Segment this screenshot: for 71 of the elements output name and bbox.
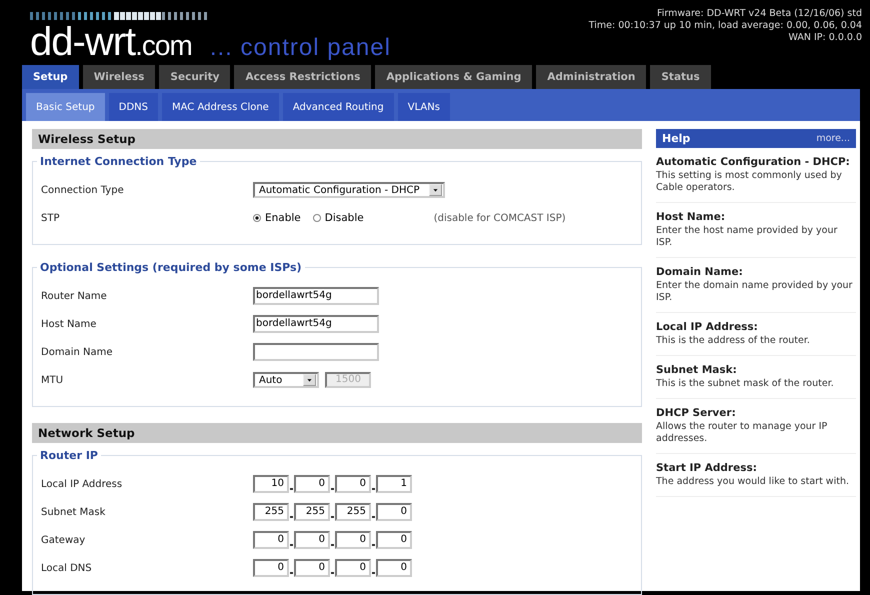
status-info-line: WAN IP: 0.0.0.0: [788, 32, 862, 44]
help-topic-text: This is the address of the router.: [656, 335, 811, 347]
help-topic-title: Domain Name:: [656, 266, 744, 278]
field-label: STP: [41, 212, 60, 224]
ip-octet-field[interactable]: 0: [294, 559, 330, 577]
logo-text: dd-wrt.com: [30, 20, 192, 66]
help-topic-title: Start IP Address:: [656, 462, 758, 474]
help-title: Help: [662, 132, 690, 145]
field-label: Local IP Address: [41, 478, 124, 490]
radio-option[interactable]: Disable: [312, 212, 364, 224]
status-info-line: Firmware: DD-WRT v24 Beta (12/16/06) std: [656, 8, 862, 20]
help-topic-text: Allows the router to manage your IP addresses.: [656, 421, 828, 445]
ip-octet-field[interactable]: 0: [376, 503, 412, 521]
ip-octet-field[interactable]: 0: [335, 531, 371, 549]
radio-option[interactable]: Enable: [253, 212, 301, 224]
ip-octet-field[interactable]: 10: [253, 475, 289, 493]
nav-tab[interactable]: Administration: [536, 65, 646, 89]
field-label: Router Name: [41, 290, 108, 302]
section-header: Wireless Setup: [32, 129, 642, 149]
ip-octet-field[interactable]: 255: [335, 503, 371, 521]
help-topic-text: The address you would like to start with.: [656, 476, 850, 488]
field-label: Subnet Mask: [41, 506, 106, 518]
ip-octet-field[interactable]: 255: [253, 503, 289, 521]
group-legend: Optional Settings (required by some ISPs): [37, 261, 305, 274]
subtab[interactable]: DDNS: [108, 93, 158, 121]
input-field[interactable]: bordellawrt54g: [253, 315, 379, 333]
field-label: Connection Type: [41, 184, 125, 196]
nav-tab[interactable]: Status: [650, 65, 711, 89]
ip-octet-field[interactable]: 0: [376, 531, 412, 549]
ip-octet-field[interactable]: 0: [335, 475, 371, 493]
ip-octet-field[interactable]: 1: [376, 475, 412, 493]
ip-octet-field[interactable]: 0: [253, 531, 289, 549]
field-label: Domain Name: [41, 346, 114, 358]
ip-octet-field[interactable]: 255: [294, 503, 330, 521]
ip-octet-field[interactable]: 0: [294, 475, 330, 493]
help-topic-text: Enter the domain name provided by your ISP.: [656, 280, 854, 304]
help-topic-text: This setting is most commonly used by Cable operators.: [656, 170, 843, 194]
field-label: Gateway: [41, 534, 86, 546]
nav-tab[interactable]: Access Restrictions: [234, 65, 372, 89]
help-topic-title: Automatic Configuration - DHCP:: [656, 156, 851, 168]
nav-tab[interactable]: Wireless: [82, 65, 156, 89]
nav-tab[interactable]: Setup: [22, 65, 79, 89]
dropdown[interactable]: Automatic Configuration - DHCP: [253, 182, 445, 198]
help-topic-title: Local IP Address:: [656, 321, 759, 333]
group-legend: Internet Connection Type: [37, 155, 200, 168]
subtab[interactable]: Advanced Routing: [282, 93, 394, 121]
help-topic-text: This is the subnet mask of the router.: [656, 378, 835, 390]
nav-tab[interactable]: Security: [159, 65, 230, 89]
status-info-line: Time: 00:10:37 up 10 min, load average: 0.00, 0.06, 0.04: [588, 20, 862, 32]
tagline: ... control panel: [210, 34, 391, 62]
input-field[interactable]: [253, 343, 379, 361]
ip-octet-field[interactable]: 0: [376, 559, 412, 577]
nav-tab[interactable]: Applications & Gaming: [375, 65, 532, 89]
input-field[interactable]: bordellawrt54g: [253, 287, 379, 305]
bar-strip-icon: [30, 12, 210, 20]
field-label: MTU: [41, 374, 64, 386]
ip-octet-field[interactable]: 0: [294, 531, 330, 549]
subtab[interactable]: VLANs: [398, 93, 450, 121]
ip-octet-field[interactable]: 0: [253, 559, 289, 577]
ip-octet-field[interactable]: 0: [335, 559, 371, 577]
more-link[interactable]: more...: [816, 133, 850, 144]
group-legend: Router IP: [37, 449, 101, 462]
help-topic-title: DHCP Server:: [656, 407, 737, 419]
hint-text: (disable for COMCAST ISP): [434, 212, 566, 224]
help-topic-title: Subnet Mask:: [656, 364, 738, 376]
field-label: Host Name: [41, 318, 98, 330]
field-label: Local DNS: [41, 562, 93, 574]
subtab[interactable]: MAC Address Clone: [162, 93, 279, 121]
help-topic-title: Host Name:: [656, 211, 726, 223]
section-header: Network Setup: [32, 423, 642, 443]
help-topic-text: Enter the host name provided by your ISP.: [656, 225, 838, 249]
